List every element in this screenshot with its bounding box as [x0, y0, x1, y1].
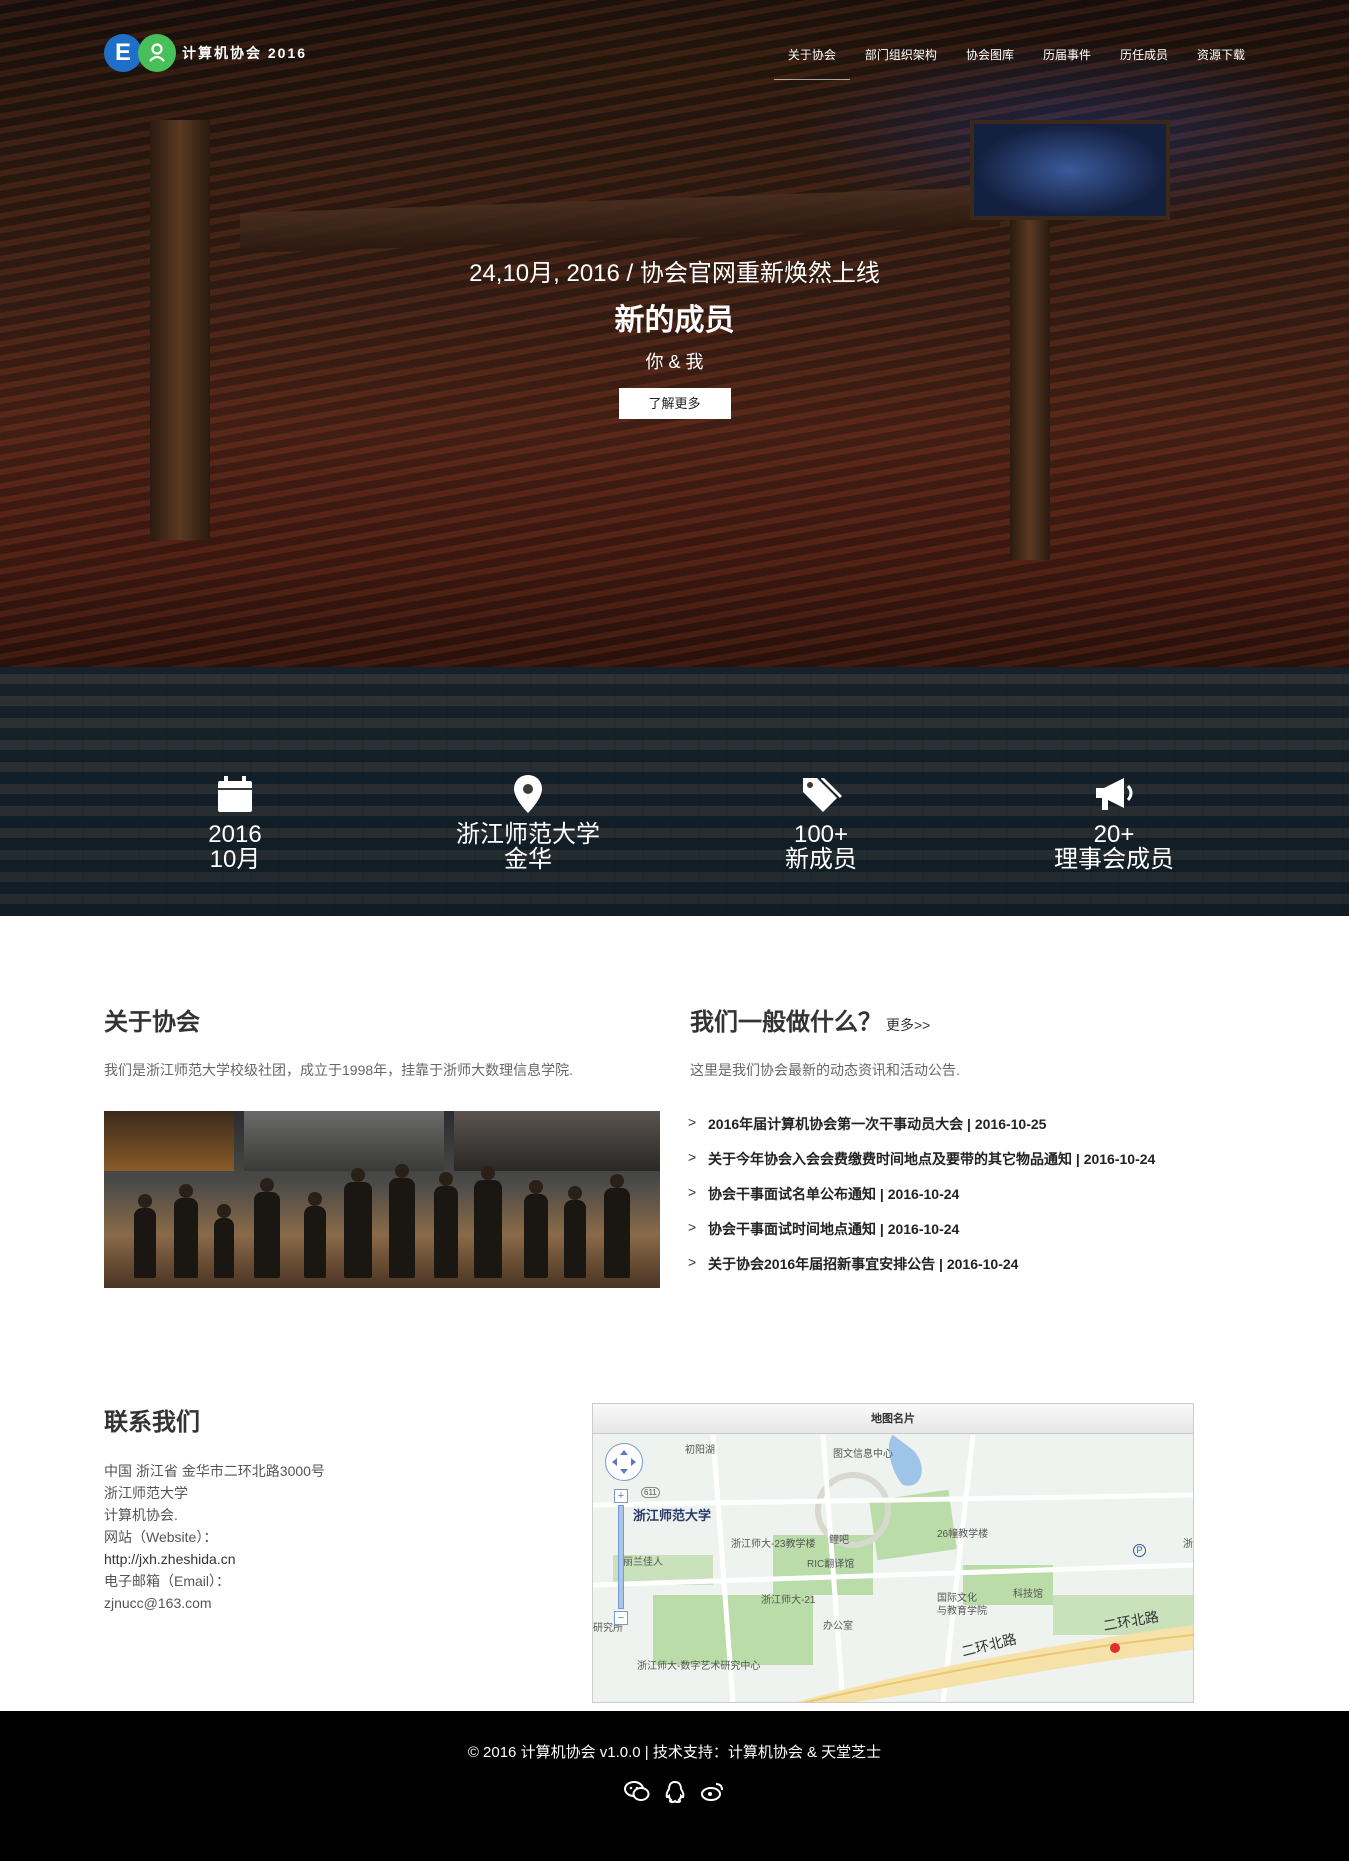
news-link[interactable]: 协会干事面试时间地点通知 | 2016-10-24 [708, 1219, 959, 1239]
map-card[interactable]: 地图名片 浙江师范大学 初阳湖 图文信息中心 浙江师大-23教学楼 鲤吧 26幢… [592, 1403, 1194, 1703]
news-item[interactable]: > 协会干事面试时间地点通知 | 2016-10-24 [688, 1219, 1155, 1254]
more-link[interactable]: 更多>> [886, 1015, 930, 1035]
road-badge: 611 [641, 1487, 660, 1498]
map-label: RIC翻译馆 [807, 1559, 855, 1570]
stat-line1: 100+ [793, 821, 849, 848]
email-value[interactable]: zjnucc@163.com [104, 1592, 325, 1614]
map-label: 与教育学院 [937, 1606, 987, 1617]
map-pan-control[interactable] [605, 1443, 643, 1481]
map-label: 浙江师大-23教学楼 [731, 1539, 816, 1550]
stat-new-members: 100+ 新成员 [691, 774, 951, 872]
news-item[interactable]: > 关于今年协会入会会费缴费时间地点及要带的其它物品通知 | 2016-10-24 [688, 1149, 1155, 1184]
map-label-university: 浙江师范大学 [633, 1508, 712, 1523]
map-header: 地图名片 [593, 1404, 1193, 1434]
hero-section: E 计算机协会 2016 关于协会 部门组织架构 协会图库 历届事件 历任成员 … [0, 0, 1349, 667]
stats-section: 2016 10月 浙江师范大学 金华 100+ 新成员 20+ 理事会成员 [0, 667, 1349, 916]
about-title: 关于协会 [104, 1009, 200, 1036]
map-pin-icon [514, 775, 542, 813]
theater-balcony [240, 186, 1000, 254]
address-line: 中国 浙江省 金华市二环北路3000号 [104, 1463, 325, 1479]
crowd-photo [104, 1111, 660, 1288]
news-link[interactable]: 关于今年协会入会会费缴费时间地点及要带的其它物品通知 | 2016-10-24 [708, 1149, 1155, 1169]
stat-date: 2016 10月 [105, 774, 365, 872]
map-label: 26幢教学楼 [937, 1529, 989, 1540]
qq-icon[interactable] [664, 1780, 686, 1809]
site-name: 计算机协会 2016 [182, 45, 308, 61]
stat-line2: 金华 [504, 846, 552, 873]
stat-line2: 10月 [209, 846, 261, 873]
chevron-right-icon: > [688, 1114, 697, 1130]
university-line: 浙江师范大学 [104, 1485, 188, 1501]
map-label: 浙江师大-21 [761, 1595, 816, 1606]
nav-item-events[interactable]: 历届事件 [1043, 46, 1091, 80]
map-label: 浙江师大-数字艺术研究中心 [637, 1661, 761, 1672]
chevron-right-icon: > [688, 1184, 697, 1200]
hero-date: 24,10月, 2016 / 协会官网重新焕然上线 [469, 260, 880, 287]
map-label: 办公室 [823, 1621, 853, 1632]
news-list: >2016年届计算机协会第一次干事动员大会 | 2016-10-25 > 关于今年… [688, 1114, 1155, 1289]
theater-stage [970, 120, 1170, 220]
logo-e-icon: E [104, 34, 142, 72]
tags-icon [803, 778, 842, 812]
news-item[interactable]: > 关于协会2016年届招新事宜安排公告 | 2016-10-24 [688, 1254, 1155, 1289]
stat-line1: 浙江师范大学 [456, 821, 600, 848]
hero-copy: 24,10月, 2016 / 协会官网重新焕然上线 新的成员 你 & 我 了解更… [0, 253, 1349, 419]
contact-info: 中国 浙江省 金华市二环北路3000号 浙江师范大学 计算机协会. 网站（Web… [104, 1460, 325, 1614]
nav-item-gallery[interactable]: 协会图库 [966, 46, 1014, 80]
chevron-right-icon: > [688, 1254, 697, 1270]
megaphone-icon [1096, 778, 1133, 810]
zoom-slider[interactable] [618, 1505, 624, 1609]
hero-title: 新的成员 [614, 304, 735, 337]
website-label: 网站（Website）： [104, 1529, 218, 1545]
map-view[interactable]: 浙江师范大学 初阳湖 图文信息中心 浙江师大-23教学楼 鲤吧 26幢教学楼 R… [593, 1435, 1193, 1702]
footer: © 2016 计算机协会 v1.0.0 | 技术支持：计算机协会 & 天堂芝士 [0, 1711, 1349, 1861]
calendar-icon [218, 776, 252, 812]
what-heading: 我们一般做什么？ 更多>> [690, 1002, 930, 1037]
nav-item-departments[interactable]: 部门组织架构 [865, 46, 937, 80]
map-label: 丽兰佳人 [623, 1557, 663, 1568]
news-link[interactable]: 协会干事面试名单公布通知 | 2016-10-24 [708, 1184, 959, 1204]
parking-icon: P [1133, 1544, 1146, 1557]
stat-location: 浙江师范大学 金华 [398, 774, 658, 872]
site-logo[interactable]: E 计算机协会 2016 [104, 34, 307, 72]
chevron-right-icon: > [688, 1219, 697, 1235]
map-label: 科技馆 [1013, 1589, 1043, 1600]
logo-person-icon [138, 34, 176, 72]
weibo-icon[interactable] [700, 1780, 726, 1809]
news-item[interactable]: > 协会干事面试名单公布通知 | 2016-10-24 [688, 1184, 1155, 1219]
learn-more-button[interactable]: 了解更多 [618, 388, 731, 419]
about-description: 我们是浙江师范大学校级社团，成立于1998年，挂靠于浙师大数理信息学院. [104, 1062, 574, 1078]
wechat-icon[interactable] [623, 1780, 650, 1809]
news-link[interactable]: 关于协会2016年届招新事宜安排公告 | 2016-10-24 [708, 1254, 1018, 1274]
website-link[interactable]: http://jxh.zheshida.cn [104, 1548, 325, 1570]
stat-line2: 理事会成员 [1054, 846, 1174, 873]
stat-line1: 20+ [1093, 821, 1135, 848]
map-label: 初阳湖 [685, 1445, 715, 1456]
hero-subtitle: 你 & 我 [645, 352, 704, 372]
what-title: 我们一般做什么？ [690, 1009, 882, 1036]
map-label: 图文信息中心 [833, 1449, 893, 1460]
social-links [0, 1780, 1349, 1809]
zoom-in-button[interactable]: + [614, 1489, 628, 1503]
map-label: 鲤吧 [829, 1535, 849, 1546]
email-label: 电子邮箱（Email）： [104, 1573, 231, 1589]
chevron-right-icon: > [688, 1149, 697, 1165]
stat-line1: 2016 [208, 821, 262, 848]
contact-title: 联系我们 [104, 1409, 200, 1436]
zoom-out-button[interactable]: − [614, 1611, 628, 1625]
what-description: 这里是我们协会最新的动态资讯和活动公告. [690, 1062, 960, 1078]
map-label: 浙 [1183, 1539, 1193, 1550]
news-item[interactable]: >2016年届计算机协会第一次干事动员大会 | 2016-10-25 [688, 1114, 1155, 1149]
main-menu: 关于协会 部门组织架构 协会图库 历届事件 历任成员 资源下载 [759, 46, 1245, 80]
nav-item-members[interactable]: 历任成员 [1120, 46, 1168, 80]
nav-item-downloads[interactable]: 资源下载 [1197, 46, 1245, 80]
copyright-text: © 2016 计算机协会 v1.0.0 | 技术支持：计算机协会 & 天堂芝士 [467, 1744, 882, 1761]
org-line: 计算机协会. [104, 1507, 178, 1523]
stat-council: 20+ 理事会成员 [984, 774, 1244, 872]
top-navbar: E 计算机协会 2016 关于协会 部门组织架构 协会图库 历届事件 历任成员 … [0, 0, 1349, 80]
nav-item-about[interactable]: 关于协会 [773, 46, 850, 80]
stat-line2: 新成员 [785, 846, 857, 873]
news-link[interactable]: 2016年届计算机协会第一次干事动员大会 | 2016-10-25 [708, 1114, 1046, 1134]
